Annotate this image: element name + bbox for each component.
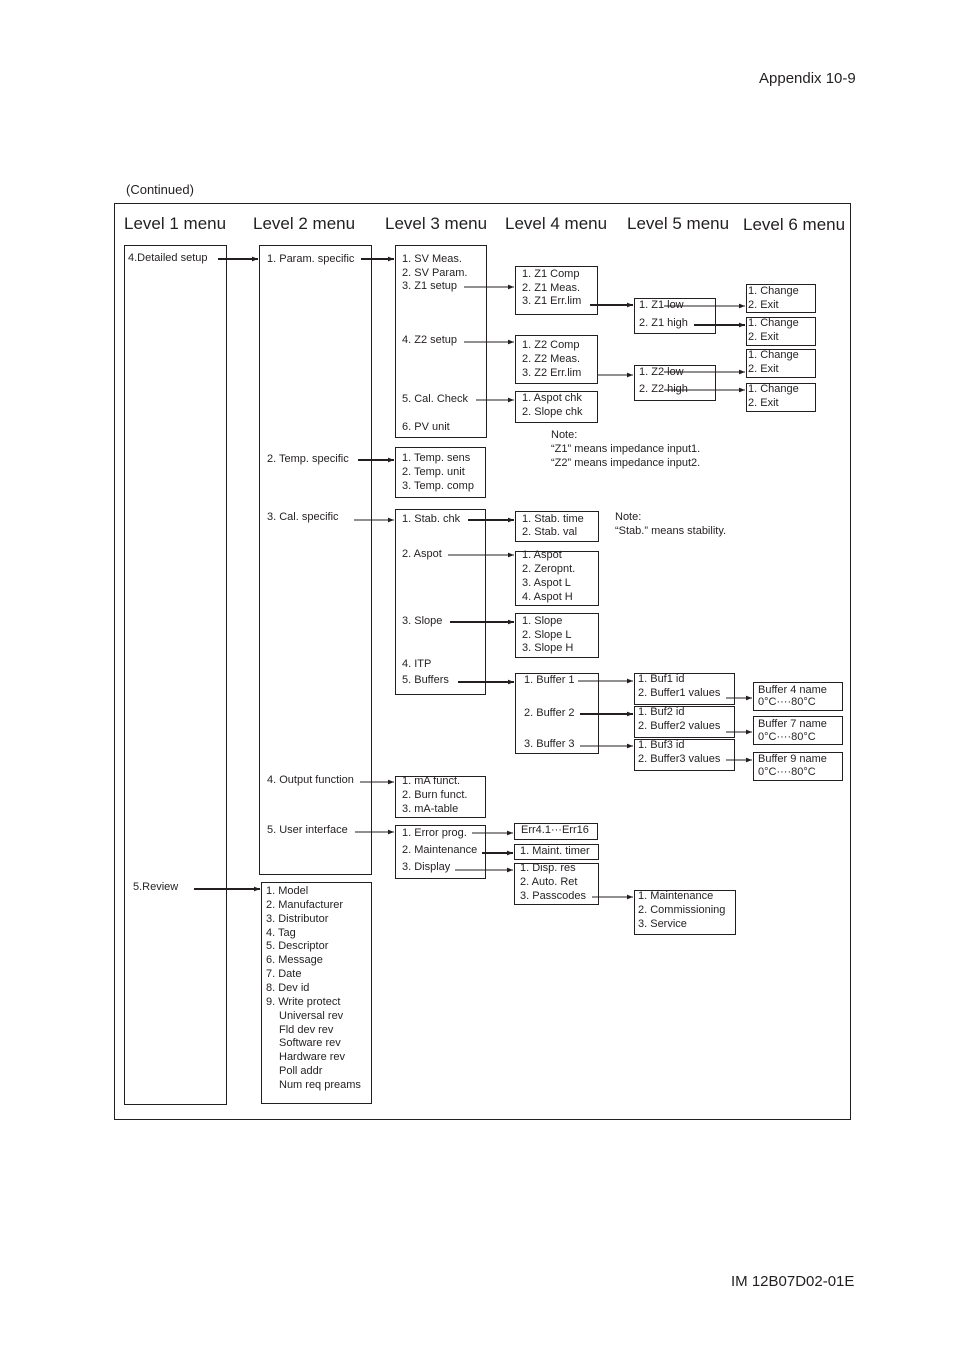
connector-arrows: [194, 256, 752, 900]
